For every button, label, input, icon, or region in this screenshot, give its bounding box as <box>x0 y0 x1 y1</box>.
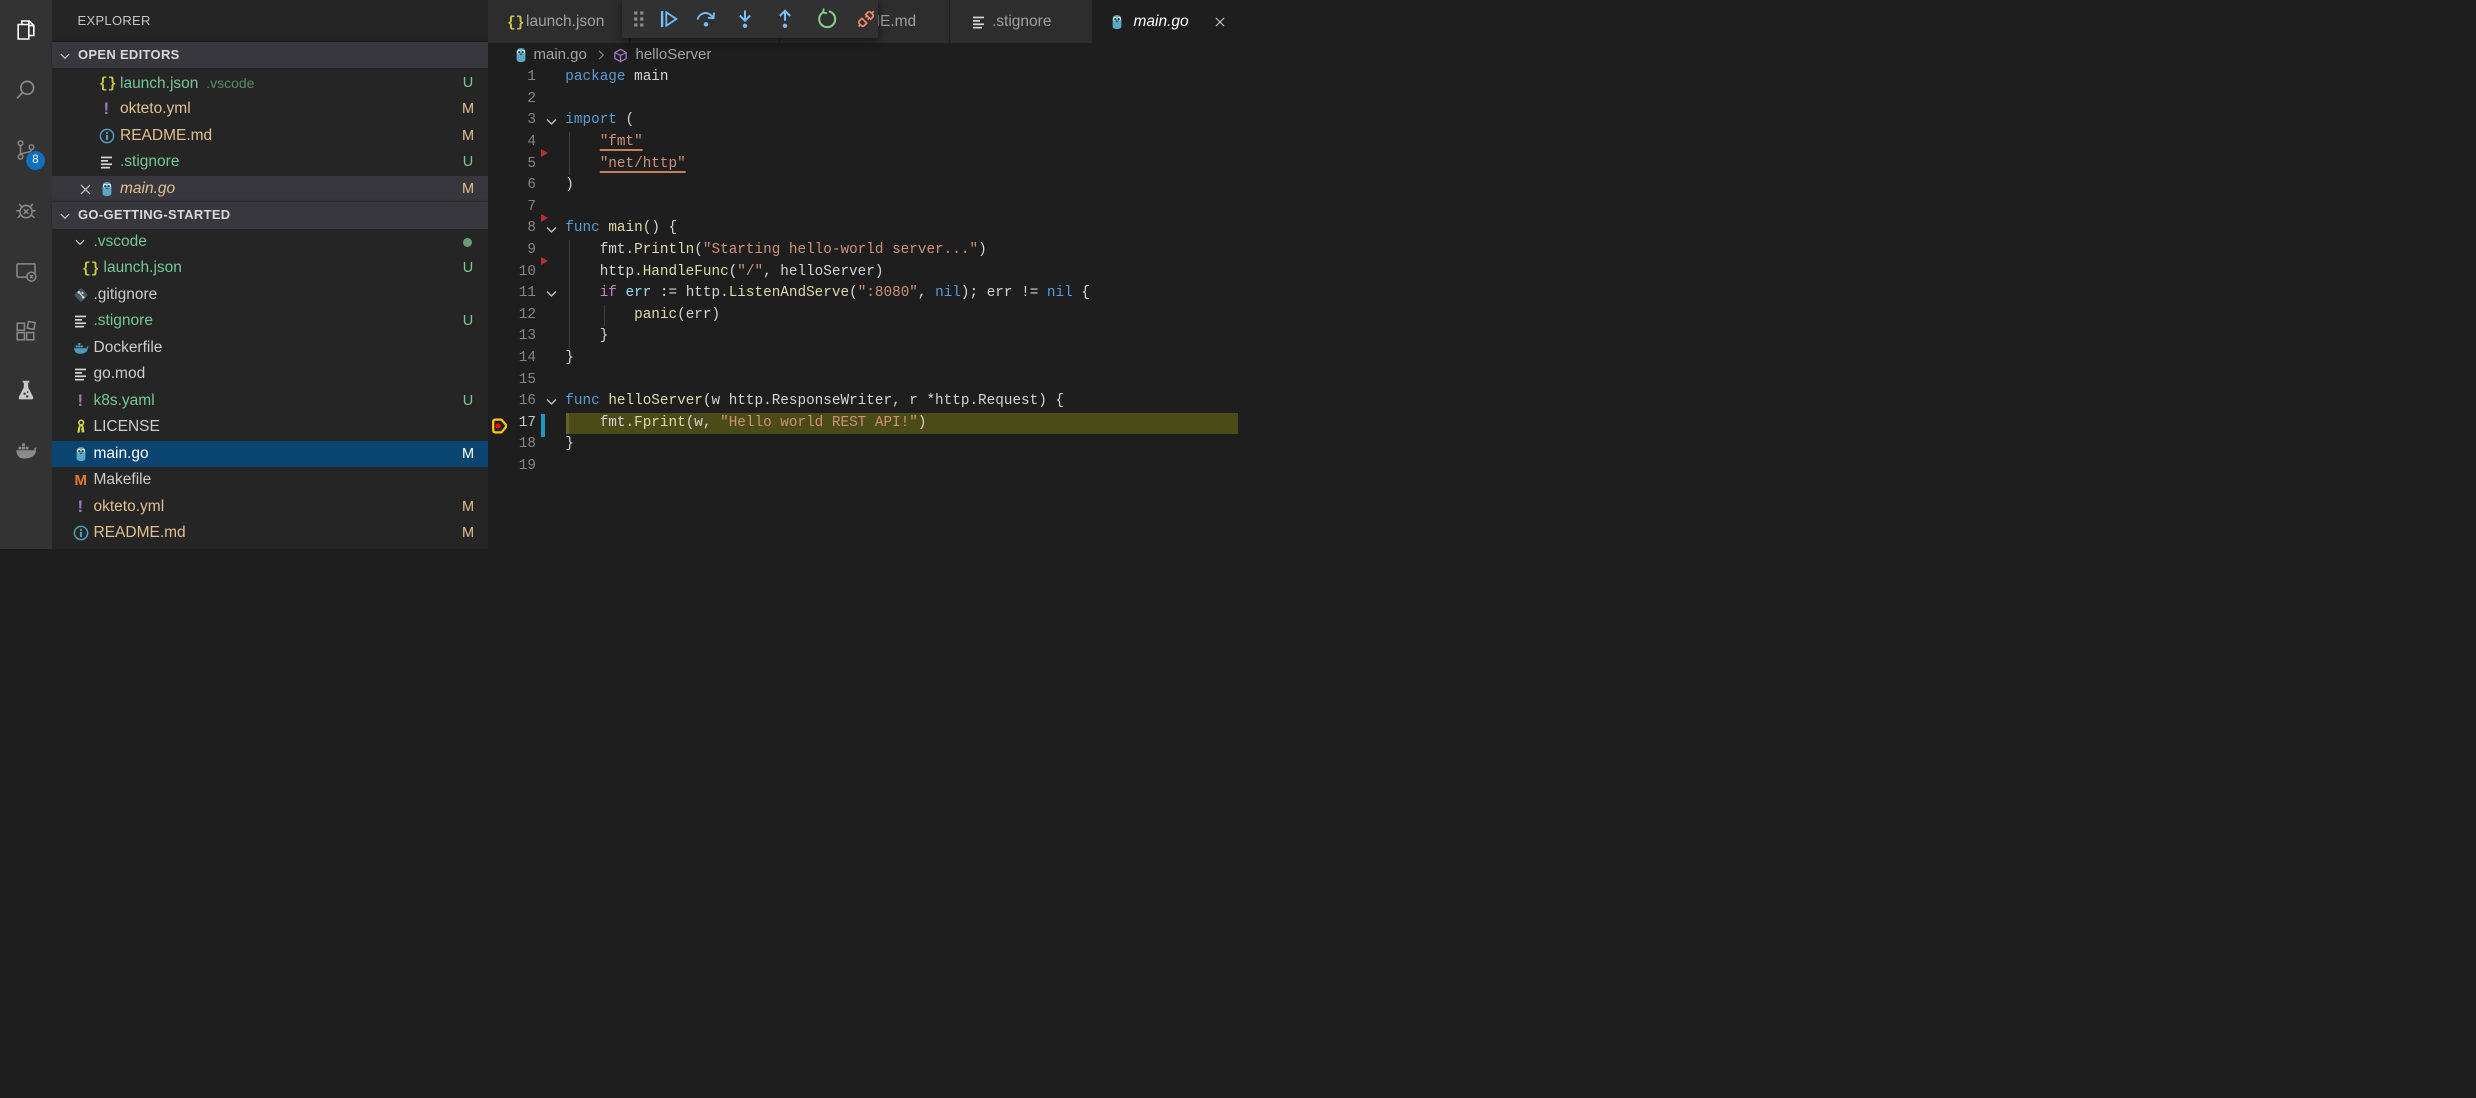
svg-text:{}: {} <box>82 262 98 277</box>
svg-text:!: ! <box>77 499 83 515</box>
svg-text:{}: {} <box>507 15 523 30</box>
svg-text:!: ! <box>103 101 109 117</box>
svg-text:{}: {} <box>99 76 115 91</box>
svg-text:!: ! <box>77 393 83 409</box>
svg-text:M: M <box>74 472 87 488</box>
